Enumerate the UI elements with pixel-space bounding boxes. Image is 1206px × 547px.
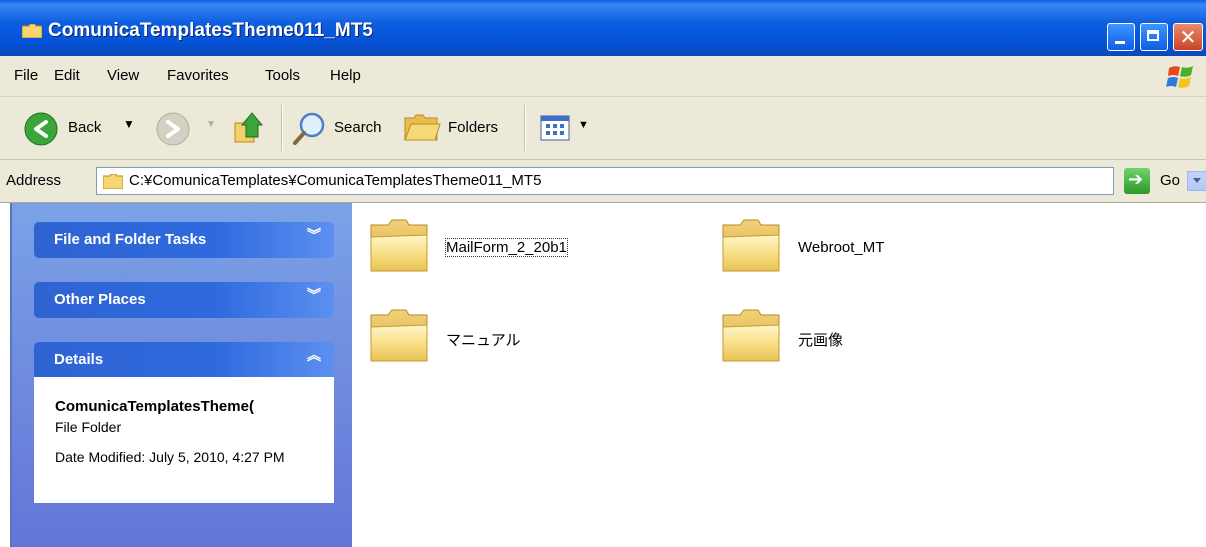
- maximize-button[interactable]: [1140, 23, 1168, 51]
- expand-chevron-icon[interactable]: ︾: [304, 287, 324, 307]
- search-icon: [293, 112, 325, 145]
- go-arrow-icon[interactable]: [1124, 168, 1150, 194]
- address-dropdown-button[interactable]: [1187, 171, 1206, 191]
- address-path: C:¥ComunicaTemplates¥ComunicaTemplatesTh…: [129, 172, 542, 189]
- back-label[interactable]: Back: [68, 119, 101, 136]
- menu-file[interactable]: File: [14, 67, 38, 84]
- address-label: Address: [6, 172, 62, 189]
- forward-arrow-icon: [156, 112, 190, 146]
- menu-view[interactable]: View: [107, 67, 139, 84]
- other-places-header[interactable]: Other Places ︾: [34, 282, 334, 318]
- details-folder-type: File Folder: [55, 419, 122, 435]
- search-label[interactable]: Search: [334, 119, 382, 136]
- folder-item[interactable]: MailForm_2_20b1: [368, 217, 628, 277]
- toolbar: Back ▼ ▼ Search Folders ▼: [0, 97, 1206, 160]
- menu-tools[interactable]: Tools: [265, 67, 300, 84]
- folder-icon: [370, 309, 428, 362]
- views-grid-icon: [540, 115, 570, 141]
- folder-icon: [722, 309, 780, 362]
- go-button[interactable]: Go: [1160, 172, 1180, 189]
- folder-icon: [370, 219, 428, 272]
- window-title: ComunicaTemplatesTheme011_MT5: [48, 20, 373, 41]
- other-places-title: Other Places: [54, 291, 146, 308]
- up-folder-button[interactable]: [232, 109, 270, 147]
- folder-item[interactable]: 元画像: [720, 307, 980, 367]
- back-button[interactable]: [24, 112, 58, 146]
- up-folder-icon: [234, 112, 264, 143]
- back-arrow-icon: [24, 112, 58, 146]
- address-bar: Address C:¥ComunicaTemplates¥ComunicaTem…: [0, 160, 1206, 203]
- title-bar[interactable]: ComunicaTemplatesTheme011_MT5 ✕: [0, 0, 1206, 56]
- folder-item[interactable]: マニュアル: [368, 307, 628, 367]
- folders-button[interactable]: [403, 110, 441, 146]
- file-folder-tasks-header[interactable]: File and Folder Tasks ︾: [34, 222, 334, 258]
- file-list: MailForm_2_20b1 Webroot_MT マニュアル 元画像: [352, 203, 1206, 547]
- close-button[interactable]: ✕: [1173, 23, 1203, 51]
- folder-name: マニュアル: [446, 332, 521, 349]
- close-icon: ✕: [1179, 25, 1197, 49]
- back-dropdown-icon[interactable]: ▼: [123, 117, 135, 131]
- menu-edit[interactable]: Edit: [54, 67, 80, 84]
- folders-label[interactable]: Folders: [448, 119, 498, 136]
- expand-chevron-icon[interactable]: ︾: [304, 227, 324, 247]
- views-dropdown-icon[interactable]: ▼: [578, 119, 589, 131]
- folder-item[interactable]: Webroot_MT: [720, 217, 980, 277]
- forward-button[interactable]: [156, 112, 190, 146]
- details-date-modified: Date Modified: July 5, 2010, 4:27 PM: [55, 449, 285, 465]
- folder-icon: [722, 219, 780, 272]
- folder-icon: [103, 174, 123, 189]
- menu-bar: File Edit View Favorites Tools Help: [0, 56, 1206, 97]
- folder-name: 元画像: [798, 332, 844, 349]
- menu-favorites[interactable]: Favorites: [167, 67, 229, 84]
- details-header[interactable]: Details ︽: [34, 342, 334, 378]
- details-folder-name: ComunicaTemplatesTheme(: [55, 398, 254, 415]
- pane-edge-line: [10, 203, 12, 547]
- forward-dropdown-icon[interactable]: ▼: [206, 119, 216, 130]
- search-button[interactable]: [290, 108, 330, 148]
- windows-logo-icon: [1166, 66, 1193, 88]
- explorer-window: ComunicaTemplatesTheme011_MT5 ✕ File Edi…: [0, 0, 1206, 547]
- details-panel: ComunicaTemplatesTheme( File Folder Date…: [34, 377, 334, 503]
- toolbar-separator: [524, 105, 526, 151]
- collapse-chevron-icon[interactable]: ︽: [304, 347, 324, 367]
- minimize-button[interactable]: [1107, 23, 1135, 51]
- folder-name: MailForm_2_20b1: [445, 238, 568, 257]
- folder-name: Webroot_MT: [798, 239, 885, 256]
- menu-help[interactable]: Help: [330, 67, 361, 84]
- address-input[interactable]: C:¥ComunicaTemplates¥ComunicaTemplatesTh…: [96, 167, 1206, 195]
- folder-icon: [22, 24, 42, 38]
- file-folder-tasks-title: File and Folder Tasks: [54, 231, 207, 248]
- details-title: Details: [54, 351, 104, 368]
- toolbar-separator: [281, 105, 283, 151]
- folders-icon: [404, 114, 441, 141]
- views-button[interactable]: [540, 114, 570, 142]
